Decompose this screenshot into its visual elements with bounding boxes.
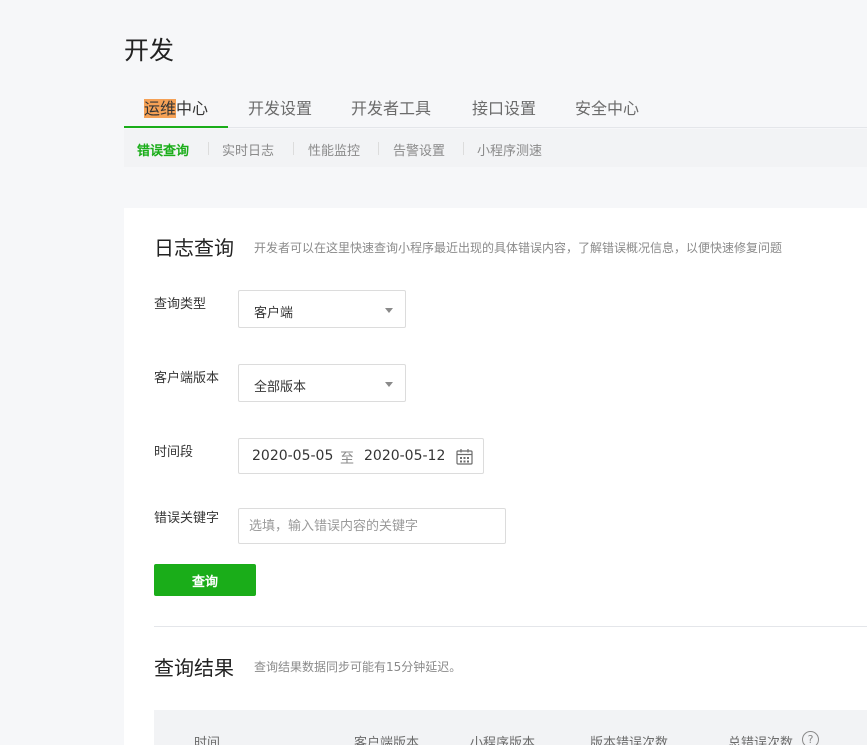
content-card: 日志查询 开发者可以在这里快速查询小程序最近出现的具体错误内容，了解错误概况信息…: [124, 208, 867, 745]
column-header-miniprogram-version: 小程序版本: [470, 736, 536, 745]
calendar-icon[interactable]: [456, 448, 473, 465]
subtab-divider: [378, 142, 379, 155]
caret-down-icon: [385, 382, 393, 387]
subtab-divider: [463, 142, 464, 155]
tab-dev-tools[interactable]: 开发者工具: [351, 95, 431, 119]
results-table-header: 时间 客户端版本 小程序版本 版本错误次数 总错误次数 ?: [154, 710, 867, 745]
client-version-value: 全部版本: [254, 380, 307, 395]
section-divider: [154, 626, 867, 627]
client-version-select[interactable]: 全部版本: [238, 364, 406, 402]
tab-security-center[interactable]: 安全中心: [575, 95, 639, 119]
start-date-input[interactable]: 2020-05-05: [252, 448, 333, 464]
date-range-picker: 2020-05-05 至 2020-05-12: [238, 438, 484, 474]
subtab-divider: [293, 142, 294, 155]
column-header-total-errors: 总错误次数: [728, 736, 794, 745]
sub-tabs: 错误查询 实时日志 性能监控 告警设置 小程序测速: [124, 129, 867, 167]
subtab-speed-test[interactable]: 小程序测速: [477, 140, 542, 159]
tab-ops-center[interactable]: 运维中心: [144, 95, 208, 119]
column-header-version-errors: 版本错误次数: [590, 736, 669, 745]
tab-label-highlight: 运维: [144, 99, 177, 118]
tab-dev-settings[interactable]: 开发设置: [248, 95, 312, 119]
column-header-time: 时间: [194, 736, 221, 745]
caret-down-icon: [385, 308, 393, 313]
query-type-label: 查询类型: [154, 297, 207, 312]
subtab-alert-settings[interactable]: 告警设置: [393, 140, 445, 159]
tab-label-rest: 中心: [176, 99, 209, 118]
log-query-title: 日志查询: [154, 236, 234, 260]
keyword-label: 错误关键字: [154, 511, 220, 526]
column-header-client-version: 客户端版本: [354, 736, 420, 745]
query-results-description: 查询结果数据同步可能有15分钟延迟。: [254, 660, 462, 674]
query-button[interactable]: 查询: [154, 564, 256, 596]
time-range-label: 时间段: [154, 445, 194, 460]
client-version-label: 客户端版本: [154, 371, 220, 386]
active-tab-indicator: [124, 126, 228, 128]
error-keyword-input[interactable]: [238, 508, 506, 544]
tab-api-settings[interactable]: 接口设置: [472, 95, 536, 119]
query-type-value: 客户端: [254, 306, 294, 321]
query-type-select[interactable]: 客户端: [238, 290, 406, 328]
question-circle-icon[interactable]: ?: [802, 731, 819, 745]
log-query-description: 开发者可以在这里快速查询小程序最近出现的具体错误内容，了解错误概况信息，以便快速…: [254, 241, 783, 255]
subtab-error-query[interactable]: 错误查询: [137, 140, 189, 159]
main-tabs: 运维中心 开发设置 开发者工具 接口设置 安全中心: [124, 88, 867, 128]
page-title: 开发: [124, 36, 175, 65]
subtab-realtime-log[interactable]: 实时日志: [222, 140, 274, 159]
query-results-title: 查询结果: [154, 656, 234, 680]
subtab-divider: [208, 142, 209, 155]
end-date-input[interactable]: 2020-05-12: [364, 448, 445, 464]
date-range-separator: 至: [340, 451, 354, 467]
subtab-performance[interactable]: 性能监控: [308, 140, 360, 159]
